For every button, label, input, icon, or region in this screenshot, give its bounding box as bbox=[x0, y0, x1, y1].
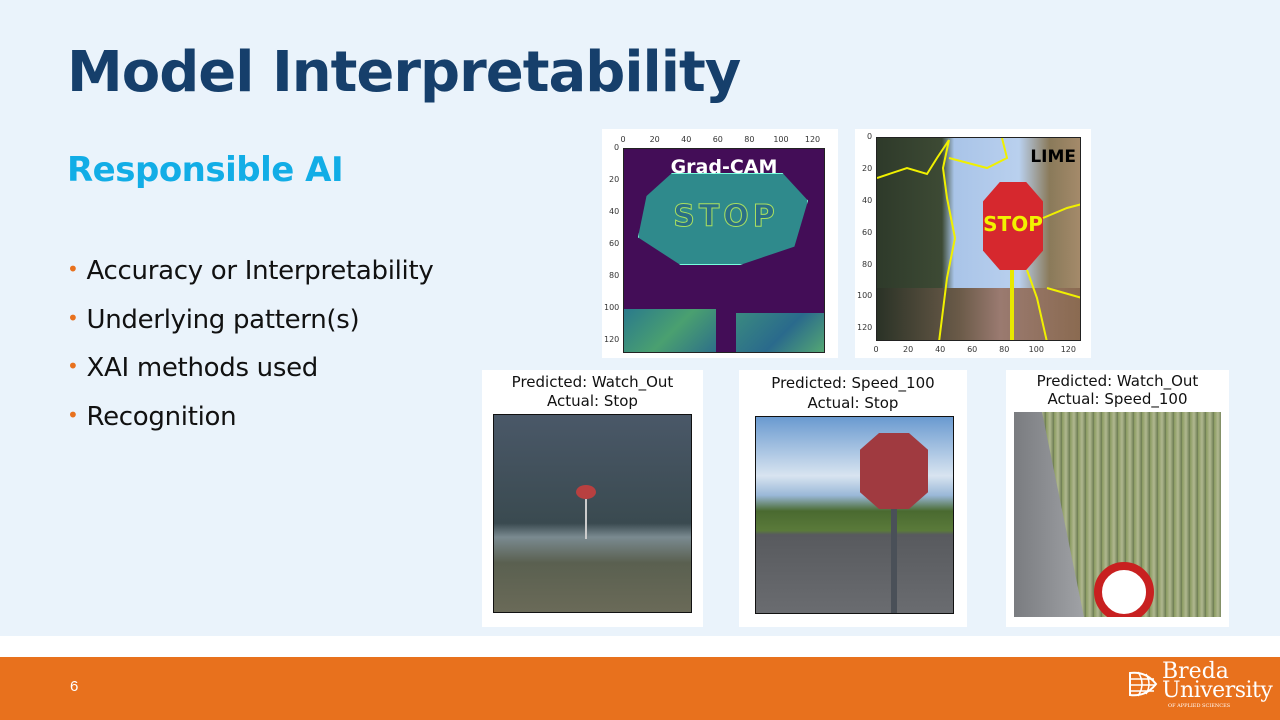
prediction-panel: Predicted: Speed_100 Actual: Stop bbox=[739, 370, 967, 627]
x-tick-label: 60 bbox=[712, 135, 723, 144]
slide-title: Model Interpretability bbox=[67, 40, 741, 105]
lime-boundary-lines bbox=[877, 138, 1080, 340]
y-tick-label: 120 bbox=[604, 335, 620, 345]
bullet-item: • XAI methods used bbox=[67, 353, 433, 402]
x-tick-label: 80 bbox=[744, 135, 755, 144]
logo-text: University bbox=[1162, 678, 1273, 703]
x-tick-label: 80 bbox=[999, 345, 1010, 354]
field-road-stop-sign-image bbox=[755, 416, 954, 614]
lime-figure: STOP LIME 0 0 20 20 40 40 60 60 80 80 100 100 120 120 bbox=[855, 129, 1091, 358]
gradcam-label: Grad-CAM bbox=[670, 156, 778, 178]
x-tick-label: 100 bbox=[773, 135, 789, 144]
predicted-label: Predicted: Speed_100 bbox=[771, 374, 935, 392]
y-tick-label: 40 bbox=[862, 195, 873, 205]
y-tick-label: 20 bbox=[862, 163, 873, 173]
bullet-item: • Underlying pattern(s) bbox=[67, 305, 433, 354]
roadside-speed-sign-image bbox=[1014, 412, 1221, 617]
prediction-panel: Predicted: Watch_Out Actual: Speed_100 bbox=[1006, 370, 1229, 627]
bullet-text: Underlying pattern(s) bbox=[86, 304, 360, 335]
white-band bbox=[0, 636, 1280, 657]
x-tick-label: 100 bbox=[1028, 345, 1044, 354]
lime-explanation-image: STOP LIME bbox=[876, 137, 1081, 341]
footer-bar bbox=[0, 657, 1280, 720]
x-tick-label: 20 bbox=[649, 135, 660, 144]
bullet-text: XAI methods used bbox=[86, 353, 319, 383]
x-tick-label: 120 bbox=[1060, 345, 1076, 354]
y-tick-label: 0 bbox=[614, 143, 620, 152]
bullet-icon: • bbox=[67, 257, 79, 281]
y-tick-label: 80 bbox=[862, 259, 873, 269]
prediction-panel: Predicted: Watch_Out Actual: Stop bbox=[482, 370, 703, 627]
logo-tagline: OF APPLIED SCIENCES bbox=[1168, 703, 1231, 709]
lime-label: LIME bbox=[1030, 147, 1076, 167]
x-tick-label: 40 bbox=[935, 345, 946, 354]
bullet-text: Recognition bbox=[86, 401, 237, 432]
y-tick-label: 100 bbox=[604, 303, 620, 313]
actual-label: Actual: Stop bbox=[547, 392, 638, 410]
y-tick-label: 120 bbox=[857, 323, 873, 333]
x-tick-label: 40 bbox=[681, 135, 692, 144]
bullet-icon: • bbox=[67, 354, 79, 378]
predicted-label: Predicted: Watch_Out bbox=[1036, 372, 1199, 390]
gradcam-sign-text: STOP bbox=[673, 199, 779, 235]
forest-road-stop-sign-image bbox=[493, 414, 692, 613]
university-logo: Breda University OF APPLIED SCIENCES bbox=[1126, 661, 1273, 713]
bullet-icon: • bbox=[67, 305, 79, 330]
y-tick-label: 0 bbox=[867, 132, 873, 141]
y-tick-label: 20 bbox=[609, 175, 620, 185]
page-number: 6 bbox=[70, 678, 79, 695]
y-tick-label: 80 bbox=[609, 271, 620, 281]
x-tick-label: 60 bbox=[967, 345, 978, 354]
bullet-item: • Recognition bbox=[67, 402, 433, 451]
globe-icon bbox=[1129, 671, 1158, 697]
x-tick-label: 0 bbox=[620, 135, 626, 144]
predicted-label: Predicted: Watch_Out bbox=[511, 373, 674, 391]
actual-label: Actual: Speed_100 bbox=[1047, 390, 1188, 408]
y-tick-label: 40 bbox=[609, 207, 620, 217]
bullet-list: • Accuracy or Interpretability • Underlyin… bbox=[67, 256, 434, 451]
actual-label: Actual: Stop bbox=[807, 394, 899, 412]
gradcam-heatmap-image: STOP Grad-CAM bbox=[623, 148, 825, 353]
y-tick-label: 60 bbox=[609, 239, 620, 249]
bullet-text: Accuracy or Interpretability bbox=[86, 256, 434, 286]
y-tick-label: 60 bbox=[862, 227, 873, 237]
bullet-icon: • bbox=[67, 402, 79, 427]
y-tick-label: 100 bbox=[857, 291, 873, 301]
x-tick-label: 0 bbox=[873, 345, 879, 354]
slide-subtitle: Responsible AI bbox=[67, 150, 344, 190]
x-tick-label: 20 bbox=[903, 345, 914, 354]
x-tick-label: 120 bbox=[804, 135, 821, 144]
bullet-item: • Accuracy or Interpretability bbox=[67, 256, 434, 305]
gradcam-figure: STOP Grad-CAM 0 0 20 20 40 40 60 60 80 80 100 100 12… bbox=[602, 129, 838, 358]
